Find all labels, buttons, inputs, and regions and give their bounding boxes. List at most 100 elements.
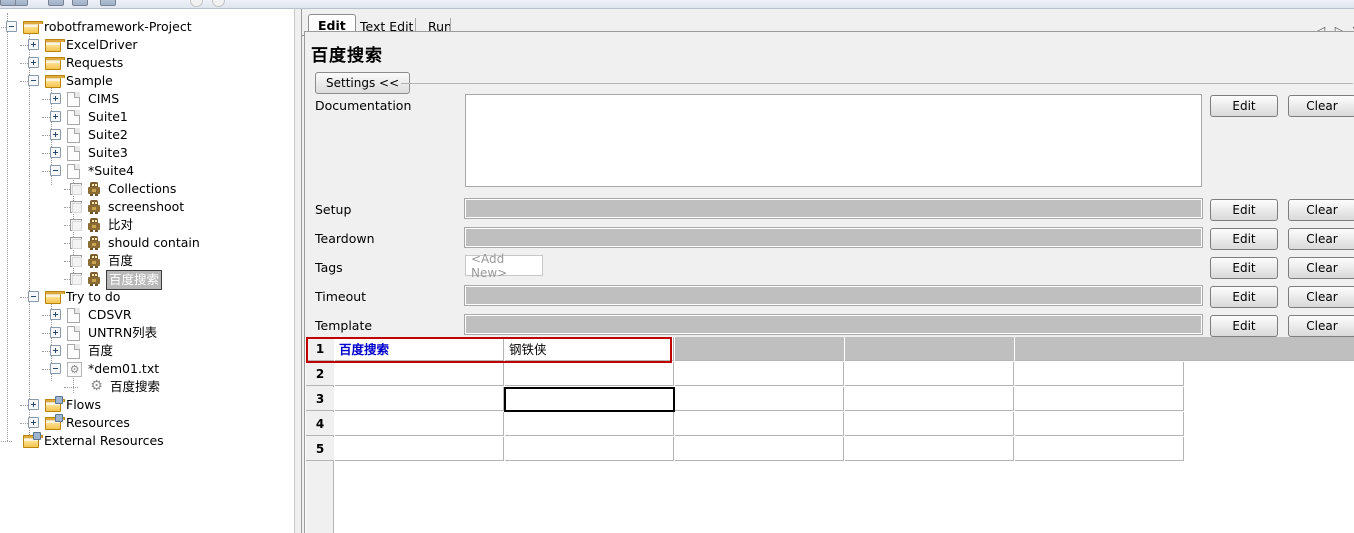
expand-icon[interactable]	[50, 327, 61, 338]
grid-cell[interactable]	[335, 362, 504, 386]
tree-item-label: Flows	[66, 397, 102, 412]
collapse-icon[interactable]	[6, 21, 17, 32]
tree-guide	[64, 387, 78, 388]
collapse-icon[interactable]	[28, 75, 39, 86]
setup-clear-button[interactable]: Clear	[1288, 199, 1354, 221]
pane-splitter[interactable]	[294, 9, 302, 533]
settings-toggle-button[interactable]: Settings <<	[315, 72, 411, 94]
expand-icon[interactable]	[50, 345, 61, 356]
grid-cell[interactable]	[675, 437, 844, 461]
grid-cell[interactable]	[1015, 437, 1184, 461]
expand-icon[interactable]	[50, 93, 61, 104]
grid-cell[interactable]	[845, 437, 1014, 461]
grid-row-number: 2	[306, 362, 334, 386]
timeout-edit-button[interactable]: Edit	[1210, 286, 1278, 308]
robot-icon	[87, 200, 101, 214]
keyword-grid[interactable]: 1 百度搜索 钢铁侠 2 3 4 5	[305, 337, 1354, 533]
folder-icon	[45, 57, 65, 70]
collapse-icon[interactable]	[50, 165, 61, 176]
grid-cell[interactable]: 百度搜索	[335, 337, 504, 361]
teardown-edit-button[interactable]: Edit	[1210, 228, 1278, 250]
extra-icon[interactable]	[0, 0, 16, 6]
grid-cell[interactable]	[335, 437, 504, 461]
grid-cell[interactable]	[505, 412, 674, 436]
setup-edit-button[interactable]: Edit	[1210, 199, 1278, 221]
project-tree[interactable]: robotframework-Project ExcelDriver Request…	[0, 9, 294, 533]
expand-icon[interactable]	[28, 39, 39, 50]
documentation-edit-button[interactable]: Edit	[1210, 95, 1278, 117]
file-icon	[67, 344, 80, 359]
template-clear-button[interactable]: Clear	[1288, 315, 1354, 337]
checkbox-icon[interactable]	[70, 273, 82, 285]
btn-label: Clear	[1306, 290, 1338, 304]
grid-cell[interactable]	[675, 387, 844, 411]
expand-icon[interactable]	[50, 129, 61, 140]
grid-cell[interactable]	[845, 387, 1014, 411]
tree-item-label: CDSVR	[88, 307, 132, 322]
checkbox-icon[interactable]	[70, 219, 82, 231]
grid-cell[interactable]	[675, 412, 844, 436]
expand-icon[interactable]	[50, 147, 61, 158]
checkbox-icon[interactable]	[70, 201, 82, 213]
grid-cell[interactable]	[845, 362, 1014, 386]
resource-folder-icon	[45, 414, 65, 430]
grid-cell[interactable]	[335, 387, 504, 411]
folder-icon	[45, 75, 65, 88]
save-icon[interactable]	[72, 0, 88, 6]
checkbox-icon[interactable]	[70, 237, 82, 249]
grid-cell[interactable]	[845, 337, 1014, 361]
grid-cell[interactable]	[675, 362, 844, 386]
collapse-icon[interactable]	[28, 291, 39, 302]
grid-cell[interactable]	[335, 412, 504, 436]
grid-cell[interactable]	[1015, 337, 1184, 361]
grid-cell[interactable]	[1015, 387, 1184, 411]
btn-label: Clear	[1306, 203, 1338, 217]
save-all-icon[interactable]	[100, 0, 116, 6]
expand-icon[interactable]	[28, 57, 39, 68]
timeout-field[interactable]	[464, 285, 1203, 306]
template-edit-button[interactable]: Edit	[1210, 315, 1278, 337]
grid-row-number: 3	[306, 387, 334, 411]
search-icon[interactable]	[190, 0, 203, 7]
grid-cell[interactable]	[675, 337, 844, 361]
btn-label: Edit	[1232, 232, 1256, 246]
grid-cell[interactable]	[505, 437, 674, 461]
documentation-textarea[interactable]	[465, 94, 1202, 187]
teardown-field[interactable]	[464, 227, 1203, 248]
checkbox-icon[interactable]	[70, 255, 82, 267]
expand-icon[interactable]	[28, 417, 39, 428]
grid-cell[interactable]	[505, 387, 674, 411]
grid-cell[interactable]	[1015, 362, 1184, 386]
tree-item-label: Requests	[66, 55, 124, 70]
toolbar-strip	[0, 0, 1354, 9]
collapse-icon[interactable]	[50, 363, 61, 374]
expand-icon[interactable]	[50, 111, 61, 122]
template-field[interactable]	[464, 314, 1203, 335]
documentation-clear-button[interactable]: Clear	[1288, 95, 1354, 117]
grid-cell[interactable]	[505, 362, 674, 386]
timeout-clear-button[interactable]: Clear	[1288, 286, 1354, 308]
teardown-clear-button[interactable]: Clear	[1288, 228, 1354, 250]
checkbox-icon[interactable]	[70, 183, 82, 195]
settings-divider	[401, 83, 1353, 84]
folder-icon	[23, 21, 43, 34]
expand-icon[interactable]	[28, 399, 39, 410]
tags-clear-button[interactable]: Clear	[1288, 257, 1354, 279]
run-icon[interactable]	[212, 0, 225, 7]
grid-row-number: 1	[306, 337, 334, 361]
tree-item-label: *Suite4	[88, 163, 135, 178]
folder-icon	[45, 39, 65, 52]
btn-label: Edit	[1232, 319, 1256, 333]
grid-cell[interactable]	[1015, 412, 1184, 436]
expand-icon[interactable]	[50, 309, 61, 320]
tags-field[interactable]: <Add New>	[465, 252, 543, 280]
tags-edit-button[interactable]: Edit	[1210, 257, 1278, 279]
tree-item-label: 比对	[108, 217, 134, 232]
grid-cell[interactable]: 钢铁侠	[505, 337, 674, 361]
setup-field[interactable]	[464, 198, 1203, 219]
tree-item-label: External Resources	[44, 433, 164, 448]
tags-placeholder: <Add New>	[471, 251, 508, 280]
grid-cell[interactable]	[845, 412, 1014, 436]
file-icon	[67, 308, 80, 323]
open-icon[interactable]	[48, 0, 64, 6]
